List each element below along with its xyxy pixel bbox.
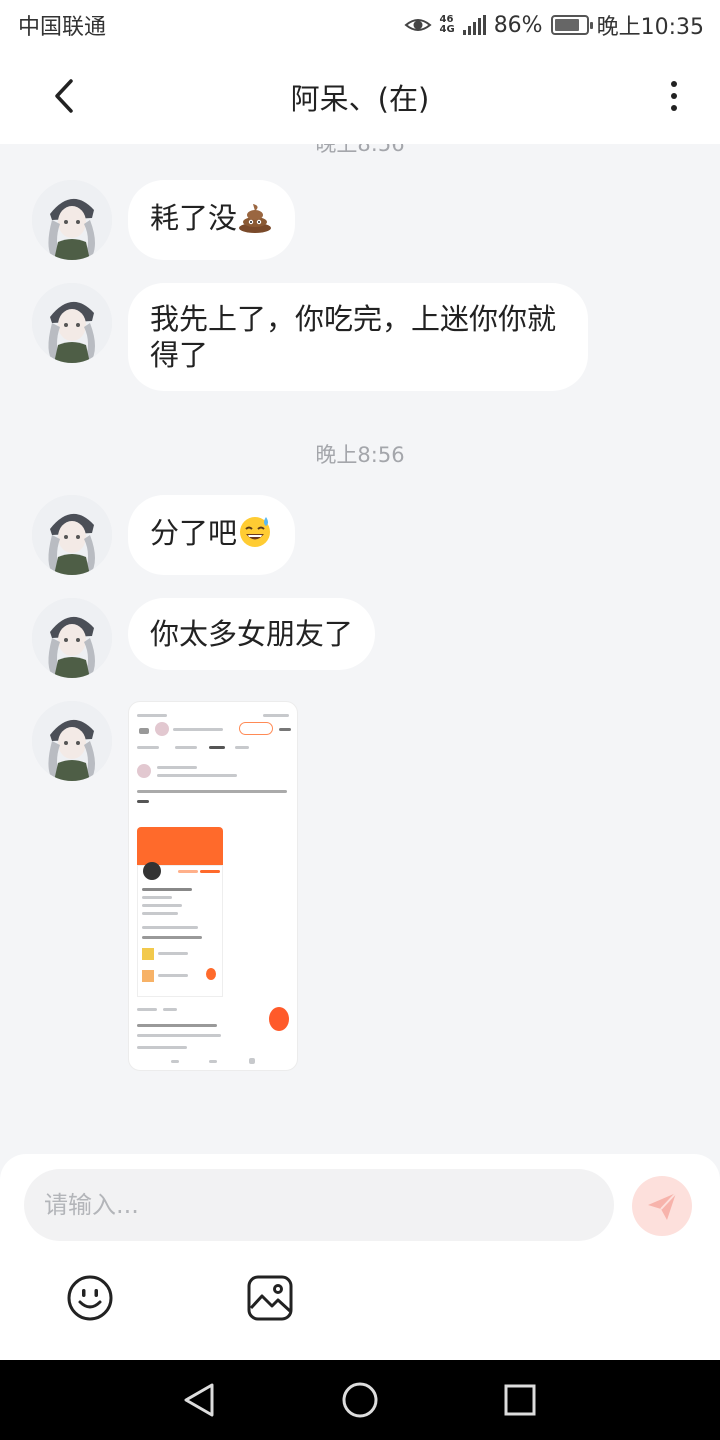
- avatar-image: [32, 180, 112, 260]
- timestamp-partial: 晚上8:56: [315, 144, 405, 156]
- message-item: 我先上了，你吃完，上迷你你就得了: [32, 283, 588, 391]
- message-bubble[interactable]: 我先上了，你吃完，上迷你你就得了: [128, 283, 588, 391]
- thumb-follow-badge: [239, 722, 273, 735]
- message-item: 你太多女朋友了: [32, 598, 376, 678]
- nav-back-button[interactable]: [180, 1380, 220, 1420]
- chevron-left-icon: [55, 79, 73, 113]
- chat-area[interactable]: 晚上8:56 耗了没 我先上了，你吃完，上迷你你就得了 晚上8:56 分了吧 你…: [0, 144, 720, 1154]
- input-bar: [0, 1154, 720, 1360]
- message-bubble[interactable]: 耗了没: [128, 180, 296, 260]
- clock: 晚上10:35: [596, 15, 704, 40]
- avatar-image: [32, 495, 112, 575]
- nav-recents-button[interactable]: [500, 1380, 540, 1420]
- image-button[interactable]: [246, 1274, 294, 1322]
- smiley-icon: [67, 1275, 113, 1321]
- back-triangle-icon: [184, 1383, 214, 1417]
- avatar-image: [32, 701, 112, 781]
- avatar[interactable]: [32, 283, 112, 363]
- avatar-image: [32, 598, 112, 678]
- more-vertical-icon: [671, 81, 677, 87]
- avatar[interactable]: [32, 598, 112, 678]
- network-type: 46 4G: [439, 14, 455, 35]
- message-bubble[interactable]: 你太多女朋友了: [128, 598, 376, 670]
- carrier-label: 中国联通: [18, 15, 107, 40]
- thumb-avatar: [155, 722, 169, 736]
- system-nav-bar: [0, 1360, 720, 1440]
- message-item: 分了吧: [32, 495, 296, 575]
- thumb-profile-card: [137, 862, 223, 997]
- sweat-smile-emoji: [237, 513, 273, 557]
- recents-square-icon: [504, 1384, 536, 1416]
- message-bubble[interactable]: 分了吧: [128, 495, 296, 575]
- home-circle-icon: [342, 1382, 378, 1418]
- thumb-orange-banner: [137, 827, 223, 865]
- image-icon: [247, 1275, 293, 1321]
- poop-emoji: [237, 198, 273, 242]
- thumb-like-button: [269, 1007, 289, 1031]
- avatar[interactable]: [32, 180, 112, 260]
- nav-home-button[interactable]: [340, 1380, 380, 1420]
- more-button[interactable]: [662, 76, 686, 116]
- signal-icon: [462, 15, 486, 35]
- status-bar: 中国联通 46 4G 86% 晚上10:35: [0, 0, 720, 50]
- send-button[interactable]: [632, 1176, 692, 1236]
- eye-icon: [403, 19, 432, 31]
- back-button[interactable]: [44, 76, 84, 116]
- battery-icon: [550, 15, 593, 35]
- screenshot-image[interactable]: [128, 701, 298, 1071]
- avatar-image: [32, 283, 112, 363]
- message-item: [32, 701, 298, 1071]
- avatar[interactable]: [32, 495, 112, 575]
- battery-percent: 86%: [493, 12, 543, 38]
- chat-header: 阿呆、(在): [0, 50, 720, 144]
- send-icon: [648, 1192, 677, 1220]
- timestamp: 晚上8:56: [315, 443, 405, 467]
- message-item: 耗了没: [32, 180, 296, 260]
- emoji-button[interactable]: [66, 1274, 114, 1322]
- message-input[interactable]: [24, 1169, 614, 1241]
- status-right: 46 4G 86% 晚上10:35: [403, 9, 704, 41]
- avatar[interactable]: [32, 701, 112, 781]
- thumb-status-bar: [137, 708, 289, 722]
- chat-title: 阿呆、(在): [290, 82, 430, 116]
